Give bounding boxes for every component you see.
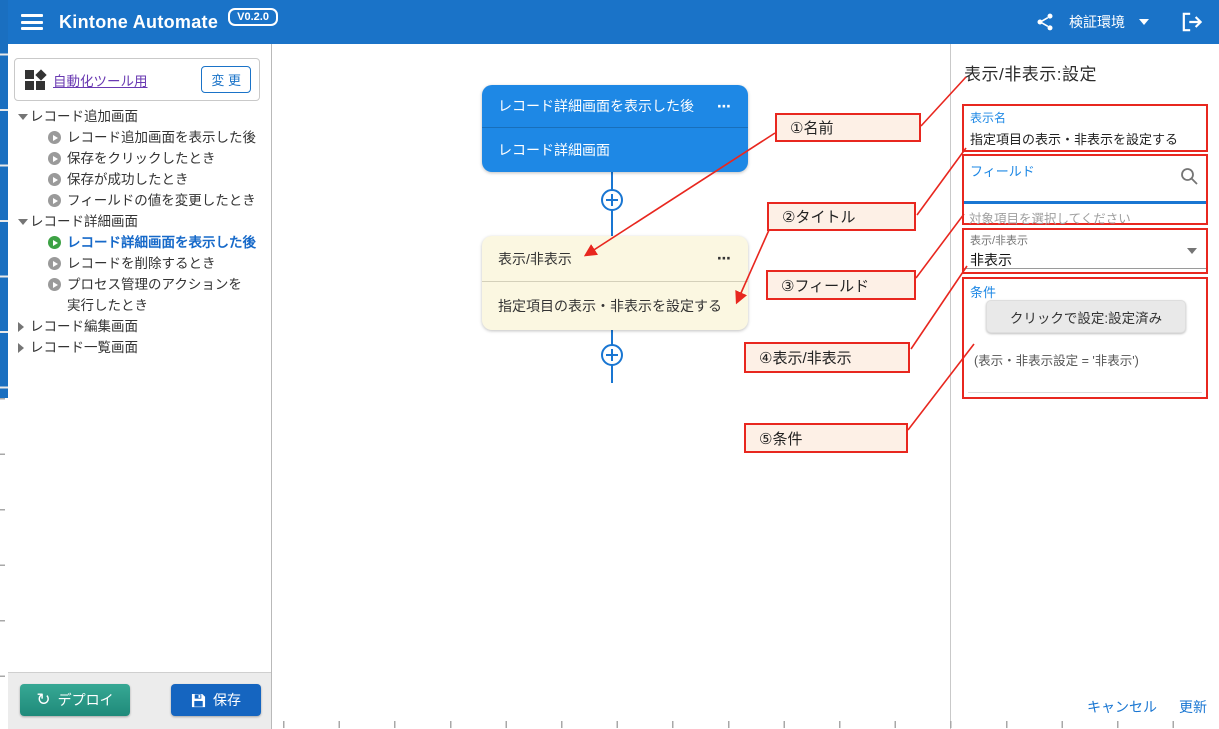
- event-play-icon: [48, 152, 61, 165]
- tree-item-record-detail-screen[interactable]: レコード詳細画面: [8, 211, 271, 232]
- sidebar: 自動化ツール用 変 更 レコード追加画面 レコード追加画面を表示した後 保存をク…: [8, 44, 272, 729]
- action-node[interactable]: 表示/非表示 ⋯ 指定項目の表示・非表示を設定する: [482, 236, 748, 330]
- left-ruler-ticks: [0, 398, 5, 729]
- floppy-disk-icon: [191, 693, 206, 708]
- condition-label: 条件: [970, 282, 1200, 301]
- display-name-label: 表示名: [970, 109, 1200, 126]
- visibility-label: 表示/非表示: [970, 232, 1200, 248]
- tree-item-record-delete[interactable]: レコードを削除するとき: [8, 253, 271, 274]
- tree-item-record-add-screen[interactable]: レコード追加画面: [8, 106, 271, 127]
- change-app-button[interactable]: 変 更: [201, 66, 251, 93]
- settings-panel: 表示/非表示:設定 表示名 指定項目の表示・非表示を設定する フィールド 対象項…: [950, 44, 1219, 729]
- tree-item-field-changed[interactable]: フィールドの値を変更したとき: [8, 190, 271, 211]
- visibility-select[interactable]: 表示/非表示 非表示: [962, 228, 1208, 274]
- field-search-field[interactable]: フィールド 対象項目を選択してください: [962, 154, 1208, 225]
- app-name-link[interactable]: 自動化ツール用: [53, 70, 148, 90]
- app-window: Kintone Automate V0.2.0 検証環境 自動化ツール用 変 更…: [0, 0, 1219, 729]
- display-name-field[interactable]: 表示名 指定項目の表示・非表示を設定する: [962, 104, 1208, 152]
- annotation-box-condition: ⑤条件: [744, 423, 908, 453]
- event-play-icon: [48, 257, 61, 270]
- version-badge: V0.2.0: [228, 8, 278, 26]
- sidebar-footer: ↻ デプロイ 保存: [8, 672, 271, 729]
- select-underline: [964, 268, 1206, 269]
- condition-summary: (表示・非表示設定 = '非表示'): [974, 350, 1139, 369]
- deploy-button[interactable]: ↻ デプロイ: [20, 684, 130, 716]
- expand-caret-icon[interactable]: [18, 337, 30, 358]
- deploy-refresh-icon: ↻: [36, 692, 50, 709]
- action-node-subtitle: 指定項目の表示・非表示を設定する: [498, 296, 722, 316]
- environment-caret-icon[interactable]: [1139, 19, 1149, 25]
- expand-caret-icon[interactable]: [18, 316, 30, 337]
- field-input-underline: [964, 201, 1206, 204]
- search-icon[interactable]: [1179, 166, 1199, 191]
- tree-item-save-succeeded[interactable]: 保存が成功したとき: [8, 169, 271, 190]
- node-menu-icon[interactable]: ⋯: [717, 98, 732, 115]
- event-play-icon-active: [48, 236, 61, 249]
- app-card: 自動化ツール用 変 更: [14, 58, 260, 101]
- field-helper-text: 対象項目を選択してください: [969, 208, 1131, 227]
- node-menu-icon[interactable]: ⋯: [717, 250, 732, 267]
- panel-title: 表示/非表示:設定: [964, 60, 1097, 85]
- condition-set-button[interactable]: クリックで設定:設定済み: [986, 300, 1186, 333]
- annotation-box-name: ①名前: [775, 113, 921, 142]
- display-name-value[interactable]: 指定項目の表示・非表示を設定する: [970, 129, 1200, 148]
- hamburger-menu-icon[interactable]: [21, 14, 43, 30]
- tree-item-add-screen-shown[interactable]: レコード追加画面を表示した後: [8, 127, 271, 148]
- update-link[interactable]: 更新: [1179, 697, 1207, 717]
- environment-selector-label[interactable]: 検証環境: [1069, 12, 1125, 32]
- annotation-box-visibility: ④表示/非表示: [744, 342, 910, 373]
- condition-divider: [968, 392, 1202, 393]
- trigger-node[interactable]: レコード詳細画面を表示した後 ⋯ レコード詳細画面: [482, 85, 748, 172]
- event-play-icon: [48, 278, 61, 291]
- tree-item-process-action[interactable]: プロセス管理のアクションを実行したとき: [8, 274, 271, 316]
- collapse-caret-icon[interactable]: [18, 211, 30, 232]
- share-icon[interactable]: [1035, 12, 1055, 32]
- visibility-value[interactable]: 非表示: [970, 250, 1200, 270]
- left-edge-strip: [0, 0, 8, 398]
- event-tree: レコード追加画面 レコード追加画面を表示した後 保存をクリックしたとき 保存が成…: [8, 106, 271, 358]
- annotation-box-field: ③フィールド: [766, 270, 916, 300]
- trigger-node-title: レコード詳細画面を表示した後: [498, 96, 694, 116]
- tree-item-save-clicked[interactable]: 保存をクリックしたとき: [8, 148, 271, 169]
- event-play-icon: [48, 194, 61, 207]
- tree-item-detail-screen-shown[interactable]: レコード詳細画面を表示した後: [8, 232, 271, 253]
- annotation-box-title: ②タイトル: [767, 202, 916, 231]
- action-node-title: 表示/非表示: [498, 249, 572, 269]
- tree-item-record-list-screen[interactable]: レコード一覧画面: [8, 337, 271, 358]
- event-play-icon: [48, 131, 61, 144]
- flow-canvas[interactable]: レコード詳細画面を表示した後 ⋯ レコード詳細画面 表示/非表示 ⋯ 指定項目の…: [272, 44, 950, 729]
- select-caret-icon[interactable]: [1187, 248, 1197, 254]
- bottom-ruler-ticks: [283, 721, 1219, 728]
- condition-section: 条件 クリックで設定:設定済み (表示・非表示設定 = '非表示'): [962, 277, 1208, 399]
- add-step-button[interactable]: [601, 344, 623, 366]
- cancel-link[interactable]: キャンセル: [1087, 697, 1157, 717]
- tree-item-record-edit-screen[interactable]: レコード編集画面: [8, 316, 271, 337]
- logout-icon[interactable]: [1181, 12, 1203, 32]
- collapse-caret-icon[interactable]: [18, 106, 30, 127]
- add-step-button[interactable]: [601, 189, 623, 211]
- event-play-icon: [48, 173, 61, 186]
- field-label: フィールド: [970, 161, 1200, 180]
- save-button[interactable]: 保存: [171, 684, 261, 716]
- trigger-node-subtitle: レコード詳細画面: [498, 140, 610, 160]
- app-grid-icon: [25, 70, 45, 90]
- top-header-bar: Kintone Automate V0.2.0 検証環境: [0, 0, 1219, 44]
- app-title: Kintone Automate: [59, 12, 218, 33]
